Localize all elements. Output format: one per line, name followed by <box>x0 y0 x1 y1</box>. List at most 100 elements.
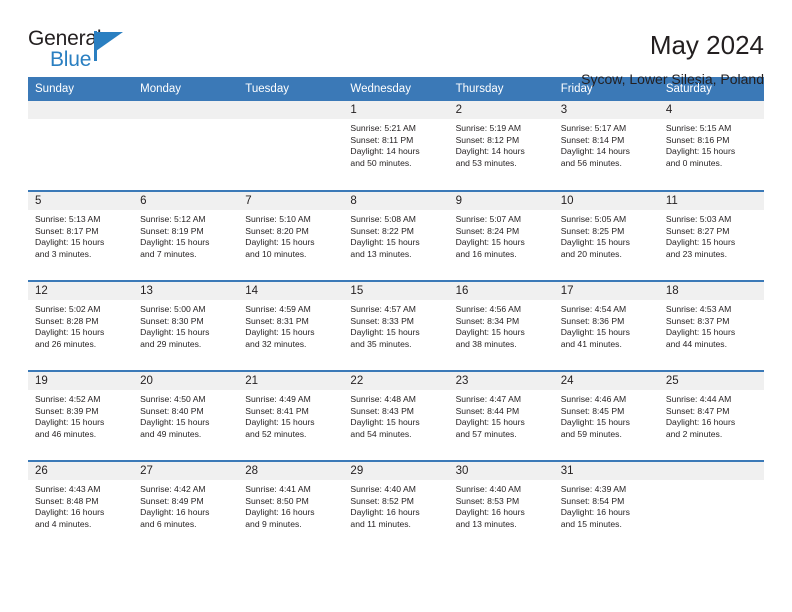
day-info-line: Daylight: 15 hours <box>140 237 210 248</box>
day-number: 30 <box>448 462 554 480</box>
calendar-day-cell[interactable]: 17 Sunrise: 4:54 AM Sunset: 8:36 PM Dayligh… <box>553 280 659 371</box>
calendar-day-cell[interactable]: 20 Sunrise: 4:50 AM Sunset: 8:40 PM Dayligh… <box>133 370 239 461</box>
calendar-day-cell[interactable]: 22 Sunrise: 4:48 AM Sunset: 8:43 PM Dayligh… <box>343 370 449 461</box>
calendar-day-cell[interactable]: 29 Sunrise: 4:40 AM Sunset: 8:52 PM Dayligh… <box>343 460 449 551</box>
day-info-line: Daylight: 15 hours <box>350 237 420 248</box>
calendar-day-cell[interactable]: 4 Sunrise: 5:15 AM Sunset: 8:16 PM Daylight… <box>658 101 764 191</box>
day-info-line: Sunset: 8:16 PM <box>665 134 730 145</box>
calendar-empty-cell <box>28 101 134 191</box>
day-info-line: and 13 minutes. <box>350 248 412 259</box>
brand-logo[interactable]: General Blue <box>28 28 148 76</box>
day-info-line: Sunset: 8:28 PM <box>35 315 99 326</box>
day-info-line: and 56 minutes. <box>560 157 622 168</box>
calendar-week-row: 26 Sunrise: 4:43 AM Sunset: 8:48 PM Dayligh… <box>28 460 764 551</box>
day-info-line: Sunrise: 5:00 AM <box>140 304 206 314</box>
calendar-day-cell[interactable]: 13 Sunrise: 5:00 AM Sunset: 8:30 PM Dayligh… <box>133 280 239 371</box>
calendar-day-cell[interactable]: 31 Sunrise: 4:39 AM Sunset: 8:54 PM Dayligh… <box>553 460 659 551</box>
weekday-header-monday: Monday <box>133 77 239 101</box>
day-info-line: Sunrise: 5:21 AM <box>350 123 416 133</box>
day-info-line: and 32 minutes. <box>245 338 307 349</box>
day-number: 16 <box>448 282 554 300</box>
day-info-line: and 29 minutes. <box>140 338 202 349</box>
day-number: 25 <box>658 372 764 390</box>
day-info-line: Sunrise: 4:44 AM <box>665 394 732 404</box>
calendar-day-cell[interactable]: 11 Sunrise: 5:03 AM Sunset: 8:27 PM Dayligh… <box>658 190 764 281</box>
day-info-line: Daylight: 15 hours <box>665 327 736 338</box>
calendar-empty-cell <box>133 101 239 191</box>
day-sun-info: Sunrise: 4:52 AM Sunset: 8:39 PM Daylight:… <box>28 390 133 440</box>
day-sun-info: Sunrise: 4:53 AM Sunset: 8:37 PM Daylight:… <box>659 300 764 350</box>
day-number: 23 <box>448 372 554 390</box>
calendar-day-cell[interactable]: 23 Sunrise: 4:47 AM Sunset: 8:44 PM Dayligh… <box>448 370 554 461</box>
day-info-line: and 10 minutes. <box>245 248 307 259</box>
day-info-line: Daylight: 15 hours <box>350 327 420 338</box>
day-info-line: Sunset: 8:17 PM <box>35 225 99 236</box>
day-number: 3 <box>553 101 659 119</box>
page-title: May 2024 <box>649 30 764 60</box>
day-info-line: and 16 minutes. <box>455 248 517 259</box>
calendar-day-cell[interactable]: 5 Sunrise: 5:13 AM Sunset: 8:17 PM Daylight… <box>28 190 134 281</box>
day-info-line: Daylight: 15 hours <box>455 417 525 428</box>
day-info-line: and 44 minutes. <box>665 338 727 349</box>
calendar-day-cell[interactable]: 18 Sunrise: 4:53 AM Sunset: 8:37 PM Dayligh… <box>658 280 764 371</box>
day-info-line: Sunrise: 5:17 AM <box>560 123 627 133</box>
day-info-line: Sunset: 8:52 PM <box>350 495 414 506</box>
calendar-day-cell[interactable]: 3 Sunrise: 5:17 AM Sunset: 8:14 PM Daylight… <box>553 101 659 191</box>
day-info-line: and 50 minutes. <box>350 157 412 168</box>
calendar-day-cell[interactable]: 26 Sunrise: 4:43 AM Sunset: 8:48 PM Dayligh… <box>28 460 134 551</box>
day-info-line: Daylight: 14 hours <box>350 146 420 157</box>
day-number: 15 <box>343 282 449 300</box>
day-info-line: Daylight: 16 hours <box>35 507 105 518</box>
calendar-day-cell[interactable]: 30 Sunrise: 4:40 AM Sunset: 8:53 PM Dayligh… <box>448 460 554 551</box>
day-info-line: Sunset: 8:30 PM <box>140 315 204 326</box>
day-info-line: and 38 minutes. <box>455 338 517 349</box>
day-number: 9 <box>448 192 554 210</box>
title-block: May 2024 Sycow, Lower Silesia, Poland <box>581 28 764 87</box>
day-info-line: and 0 minutes. <box>665 157 723 168</box>
calendar-day-cell[interactable]: 8 Sunrise: 5:08 AM Sunset: 8:22 PM Daylight… <box>343 190 449 281</box>
day-info-line: Daylight: 15 hours <box>455 327 525 338</box>
calendar-day-cell[interactable]: 2 Sunrise: 5:19 AM Sunset: 8:12 PM Daylight… <box>448 101 554 191</box>
day-sun-info: Sunrise: 4:50 AM Sunset: 8:40 PM Daylight:… <box>133 390 238 440</box>
calendar-day-cell[interactable]: 14 Sunrise: 4:59 AM Sunset: 8:31 PM Dayligh… <box>238 280 344 371</box>
calendar-page: General Blue May 2024 Sycow, Lower Siles… <box>0 0 792 612</box>
calendar-day-cell[interactable]: 21 Sunrise: 4:49 AM Sunset: 8:41 PM Dayligh… <box>238 370 344 461</box>
day-sun-info: Sunrise: 5:19 AM Sunset: 8:12 PM Daylight:… <box>449 119 554 169</box>
day-number: 5 <box>28 192 134 210</box>
calendar-day-cell[interactable]: 16 Sunrise: 4:56 AM Sunset: 8:34 PM Dayligh… <box>448 280 554 371</box>
calendar-day-cell[interactable]: 27 Sunrise: 4:42 AM Sunset: 8:49 PM Dayligh… <box>133 460 239 551</box>
calendar-day-cell[interactable]: 12 Sunrise: 5:02 AM Sunset: 8:28 PM Dayligh… <box>28 280 134 371</box>
day-info-line: Sunset: 8:31 PM <box>245 315 309 326</box>
calendar-day-cell[interactable]: 24 Sunrise: 4:46 AM Sunset: 8:45 PM Dayligh… <box>553 370 659 461</box>
day-info-line: Sunset: 8:41 PM <box>245 405 309 416</box>
sunrise-sunset-calendar: Sunday Monday Tuesday Wednesday Thursday Frid… <box>28 77 764 551</box>
day-info-line: Sunset: 8:50 PM <box>245 495 309 506</box>
day-info-line: Sunrise: 4:49 AM <box>245 394 311 404</box>
calendar-day-cell[interactable]: 7 Sunrise: 5:10 AM Sunset: 8:20 PM Daylight… <box>238 190 344 281</box>
calendar-day-cell[interactable]: 6 Sunrise: 5:12 AM Sunset: 8:19 PM Daylight… <box>133 190 239 281</box>
day-info-line: and 23 minutes. <box>665 248 727 259</box>
day-sun-info: Sunrise: 5:00 AM Sunset: 8:30 PM Daylight:… <box>133 300 238 350</box>
day-number <box>133 101 239 119</box>
day-info-line: Daylight: 15 hours <box>350 417 420 428</box>
calendar-day-cell[interactable]: 1 Sunrise: 5:21 AM Sunset: 8:11 PM Daylight… <box>343 101 449 191</box>
day-sun-info: Sunrise: 4:40 AM Sunset: 8:52 PM Daylight:… <box>343 480 448 530</box>
day-info-line: and 15 minutes. <box>560 518 622 529</box>
calendar-day-cell[interactable]: 25 Sunrise: 4:44 AM Sunset: 8:47 PM Dayligh… <box>658 370 764 461</box>
day-number: 12 <box>28 282 134 300</box>
calendar-day-cell[interactable]: 10 Sunrise: 5:05 AM Sunset: 8:25 PM Dayligh… <box>553 190 659 281</box>
calendar-day-cell[interactable]: 9 Sunrise: 5:07 AM Sunset: 8:24 PM Daylight… <box>448 190 554 281</box>
calendar-day-cell[interactable]: 19 Sunrise: 4:52 AM Sunset: 8:39 PM Dayligh… <box>28 370 134 461</box>
day-info-line: Sunrise: 4:42 AM <box>140 484 206 494</box>
calendar-day-cell[interactable]: 15 Sunrise: 4:57 AM Sunset: 8:33 PM Dayligh… <box>343 280 449 371</box>
day-info-line: Sunset: 8:44 PM <box>455 405 520 416</box>
day-number: 1 <box>343 101 449 119</box>
day-info-line: Sunset: 8:45 PM <box>560 405 625 416</box>
day-info-line: and 2 minutes. <box>665 428 723 439</box>
weekday-header-wednesday: Wednesday <box>343 77 449 101</box>
calendar-day-cell[interactable]: 28 Sunrise: 4:41 AM Sunset: 8:50 PM Dayligh… <box>238 460 344 551</box>
day-info-line: Sunrise: 5:19 AM <box>455 123 522 133</box>
day-sun-info: Sunrise: 5:07 AM Sunset: 8:24 PM Daylight:… <box>449 210 554 260</box>
day-number <box>658 462 764 480</box>
day-sun-info: Sunrise: 4:59 AM Sunset: 8:31 PM Daylight:… <box>238 300 343 350</box>
